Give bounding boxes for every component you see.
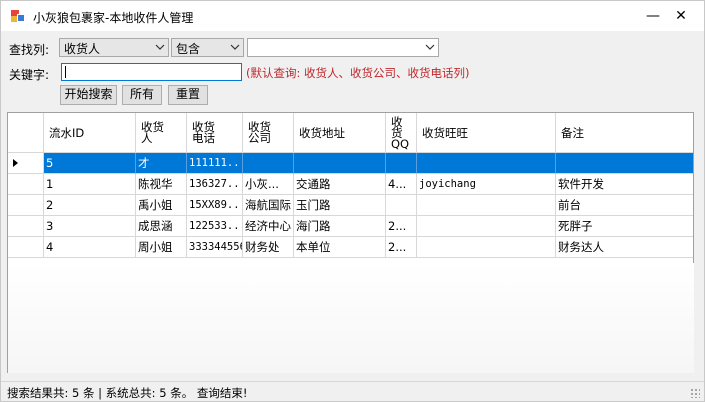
chevron-down-icon [155,44,165,50]
column-header-label: QQ [391,137,410,151]
column-header-label: 收货地址 [299,126,345,140]
table-cell[interactable]: 本单位 [294,237,386,258]
table-cell[interactable] [386,153,417,174]
status-text: 搜索结果共: 5 条 | 系统总共: 5 条。 查询结束! [7,386,248,400]
table-cell[interactable]: 交通路 [294,174,386,195]
table-cell[interactable] [243,153,294,174]
search-hint: (默认查询: 收货人、收货公司、收货电话列) [246,66,470,80]
table-cell[interactable]: 2... [386,237,417,258]
row-header[interactable] [8,174,44,195]
operator-value: 包含 [176,42,201,56]
start-search-button[interactable]: 开始搜索 [60,85,117,105]
table-cell[interactable]: 15XX89... [187,195,243,216]
row-header[interactable] [8,216,44,237]
row-header[interactable] [8,237,44,258]
row-header[interactable] [8,153,44,174]
column-header-label: 备注 [561,126,584,140]
table-cell[interactable] [417,216,556,237]
table-cell[interactable]: 5 [44,153,136,174]
keyword-input[interactable] [61,63,242,81]
column-header[interactable]: 收货人 [136,113,187,153]
row-header[interactable] [8,195,44,216]
table-cell[interactable]: 财务达人 [556,237,693,258]
column-header[interactable]: 收货 公司 [243,113,294,153]
table-cell[interactable] [386,195,417,216]
keyword-label: 关键字: [9,68,50,82]
column-header[interactable]: 收货旺旺 [417,113,556,153]
table-cell[interactable]: 成思涵 [136,216,187,237]
table-cell[interactable]: 3 [44,216,136,237]
table-cell[interactable]: 111111... [187,153,243,174]
current-row-arrow-icon [13,159,18,167]
table-cell[interactable]: 2... [386,216,417,237]
table-cell[interactable]: 4... [386,174,417,195]
close-button[interactable]: ✕ [663,1,699,31]
app-icon [11,10,25,22]
table-cell[interactable] [417,153,556,174]
column-header-label: 收货旺旺 [422,126,468,140]
table-cell[interactable]: 海航国际 [243,195,294,216]
table-cell[interactable]: 小灰... [243,174,294,195]
table-cell[interactable]: 经济中心 [243,216,294,237]
text-caret [65,66,66,78]
table-cell[interactable]: 136327... [187,174,243,195]
column-header[interactable]: 流水ID [44,113,136,153]
search-column-select[interactable]: 收货人 [59,38,169,57]
table-cell[interactable]: 禹小姐 [136,195,187,216]
table-cell[interactable] [294,153,386,174]
reset-button[interactable]: 重置 [168,85,208,105]
value-select[interactable] [247,38,439,57]
table-cell[interactable]: 122533... [187,216,243,237]
column-header-label: 人 [141,131,153,145]
column-header-label: 流水ID [49,126,85,140]
table-cell[interactable]: 才 [136,153,187,174]
window-title: 小灰狼包裹家-本地收件人管理 [33,11,194,25]
grid-corner[interactable] [8,113,44,153]
column-header[interactable]: 收货 QQ [386,113,417,153]
main-window: 小灰狼包裹家-本地收件人管理 — ✕ 查找列: 收货人 包含 关键字: (默认查… [0,0,705,402]
column-header[interactable]: 收货 电话 [187,113,243,153]
table-cell[interactable]: 海门路 [294,216,386,237]
table-cell[interactable]: 周小姐 [136,237,187,258]
table-cell[interactable] [556,153,693,174]
table-cell[interactable]: 软件开发 [556,174,693,195]
table-cell[interactable]: 陈视华 [136,174,187,195]
table-cell[interactable]: 4 [44,237,136,258]
table-cell[interactable] [417,195,556,216]
resize-grip-icon[interactable] [690,388,700,398]
table-cell[interactable]: 1 [44,174,136,195]
table-cell[interactable]: 死胖子 [556,216,693,237]
table-cell[interactable]: 财务处 [243,237,294,258]
table-cell[interactable]: joyichang [417,174,556,195]
chevron-down-icon [230,44,240,50]
column-header[interactable]: 备注 [556,113,693,153]
column-header-label: 公司 [248,131,271,145]
table-cell[interactable]: 333344556 [187,237,243,258]
search-column-value: 收货人 [64,42,101,56]
table-cell[interactable] [417,237,556,258]
table-cell[interactable]: 2 [44,195,136,216]
column-header-label: 电话 [192,131,215,145]
column-header[interactable]: 收货地址 [294,113,386,153]
grid-empty-area [8,263,694,373]
title-bar[interactable]: 小灰狼包裹家-本地收件人管理 — ✕ [1,1,704,31]
table-cell[interactable]: 前台 [556,195,693,216]
chevron-down-icon [425,44,435,50]
show-all-button[interactable]: 所有 [122,85,162,105]
search-column-label: 查找列: [9,43,50,57]
operator-select[interactable]: 包含 [171,38,244,57]
status-bar: 搜索结果共: 5 条 | 系统总共: 5 条。 查询结束! [1,381,704,401]
table-cell[interactable]: 玉门路 [294,195,386,216]
